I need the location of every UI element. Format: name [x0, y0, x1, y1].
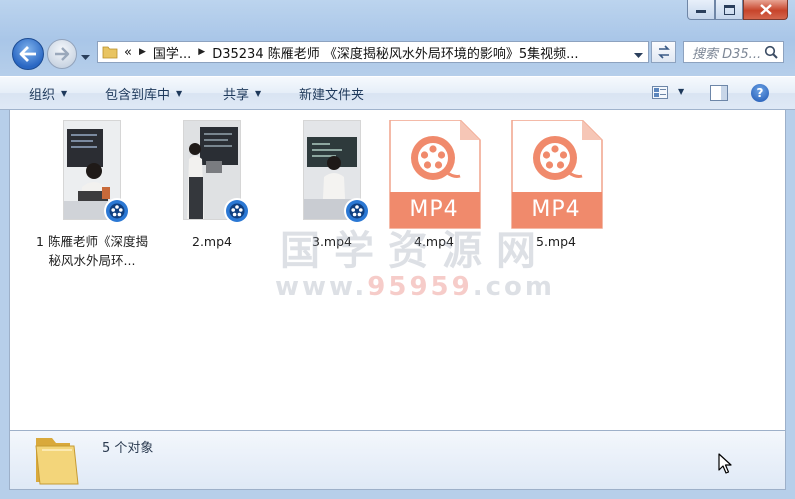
breadcrumb-item-1[interactable]: 国学... — [153, 43, 191, 62]
new-folder-button[interactable]: 新建文件夹 — [299, 77, 364, 110]
video-thumbnail — [40, 120, 144, 224]
help-icon[interactable]: ? — [751, 84, 769, 102]
maximize-icon — [723, 4, 735, 15]
breadcrumb-overflow[interactable]: « — [124, 45, 132, 60]
include-in-library-menu[interactable]: 包含到库中 ▼ — [105, 77, 182, 110]
caret-down-icon: ▼ — [255, 89, 262, 98]
close-button[interactable] — [743, 0, 788, 20]
watermark-url: www.95959.com — [275, 272, 555, 302]
refresh-button[interactable] — [651, 41, 676, 63]
search-box[interactable]: 搜索 D35... — [683, 41, 784, 63]
address-history-dropdown[interactable] — [634, 48, 643, 62]
recent-pages-dropdown[interactable] — [81, 50, 90, 64]
file-item[interactable]: 1 陈雁老师《深度揭秘风水外局环... — [36, 120, 148, 270]
caret-down-icon: ▼ — [61, 89, 68, 98]
mp4-file-icon: MP4 — [504, 120, 608, 229]
close-icon — [759, 4, 772, 15]
video-player-badge-icon — [344, 198, 370, 224]
arrow-left-icon — [19, 46, 36, 62]
back-button[interactable] — [12, 38, 44, 70]
arrow-right-icon — [55, 47, 70, 61]
chevron-down-icon — [81, 55, 90, 60]
change-view-icon[interactable] — [652, 86, 668, 99]
maximize-button[interactable] — [715, 0, 743, 20]
mp4-icon-text: MP4 — [409, 197, 459, 222]
search-placeholder: 搜索 D35... — [692, 46, 762, 62]
search-icon[interactable] — [764, 45, 778, 59]
file-item[interactable]: 3.mp4 — [280, 120, 384, 251]
caret-down-icon: ▼ — [176, 89, 183, 98]
video-thumbnail — [160, 120, 264, 224]
minimize-button[interactable] — [687, 0, 715, 20]
file-item[interactable]: MP4 4.mp4 — [382, 120, 486, 251]
file-name: 5.mp4 — [536, 234, 576, 249]
mp4-file-icon: MP4 — [382, 120, 486, 229]
share-menu[interactable]: 共享 ▼ — [223, 77, 261, 110]
share-label: 共享 — [223, 88, 250, 103]
breadcrumb-separator-icon[interactable]: ▶ — [139, 47, 146, 57]
organize-label: 组织 — [29, 88, 56, 103]
file-name: 4.mp4 — [414, 234, 454, 249]
video-player-badge-icon — [104, 198, 130, 224]
folder-icon — [102, 46, 118, 59]
forward-button[interactable] — [47, 39, 77, 69]
breadcrumb-separator-icon[interactable]: ▶ — [198, 47, 205, 57]
video-player-badge-icon — [224, 198, 250, 224]
caption-buttons — [687, 0, 788, 20]
folder-icon — [35, 438, 79, 485]
video-thumbnail — [280, 120, 384, 224]
file-item[interactable]: MP4 5.mp4 — [504, 120, 608, 251]
file-name: 3.mp4 — [312, 234, 352, 249]
refresh-icon — [657, 45, 670, 59]
chevron-down-icon — [634, 53, 643, 58]
mp4-icon-text: MP4 — [531, 197, 581, 222]
file-name: 1 陈雁老师《深度揭秘风水外局环... — [36, 234, 148, 268]
preview-pane-icon[interactable] — [710, 85, 728, 101]
organize-menu[interactable]: 组织 ▼ — [29, 77, 67, 110]
mouse-cursor-icon — [718, 453, 732, 474]
file-list-view: 1 陈雁老师《深度揭秘风水外局环... 2.mp4 3.mp4 MP4 4.mp… — [9, 110, 786, 430]
include-in-library-label: 包含到库中 — [105, 88, 171, 103]
breadcrumb-item-2[interactable]: D35234 陈雁老师 《深度揭秘风水外局环境的影响》5集视频... — [212, 43, 578, 62]
address-bar[interactable]: « ▶ 国学... ▶ D35234 陈雁老师 《深度揭秘风水外局环境的影响》5… — [97, 41, 649, 63]
details-pane: 5 个对象 — [9, 430, 786, 490]
view-options-dropdown[interactable]: ▼ — [678, 87, 684, 96]
file-item[interactable]: 2.mp4 — [160, 120, 264, 251]
new-folder-label: 新建文件夹 — [299, 88, 365, 103]
item-count: 5 个对象 — [102, 441, 154, 456]
explorer-window: « ▶ 国学... ▶ D35234 陈雁老师 《深度揭秘风水外局环境的影响》5… — [0, 0, 795, 499]
file-name: 2.mp4 — [192, 234, 232, 249]
minimize-icon — [696, 9, 706, 13]
command-bar: 组织 ▼ 包含到库中 ▼ 共享 ▼ 新建文件夹 ▼ ? — [0, 76, 795, 110]
